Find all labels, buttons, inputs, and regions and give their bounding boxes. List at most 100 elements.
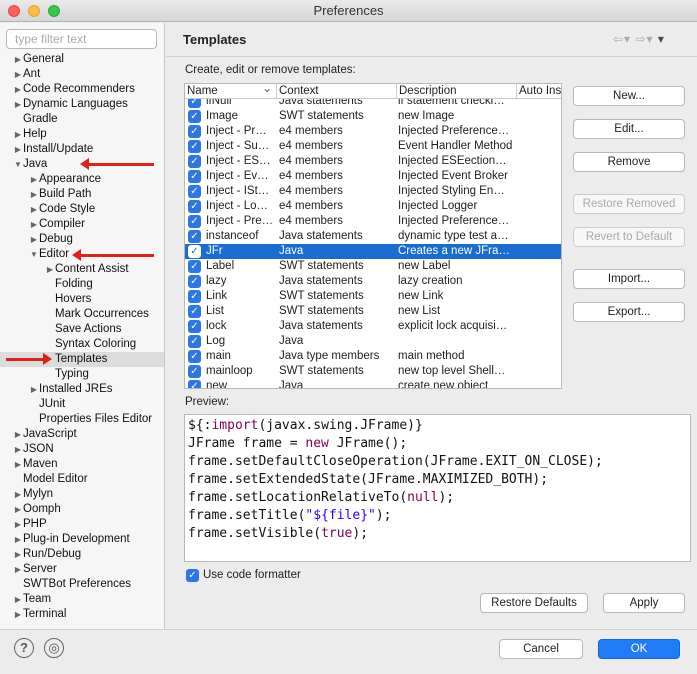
table-row[interactable]: ✓ Label SWT statements new Label	[185, 259, 561, 274]
template-preview[interactable]: ${:import(javax.swing.JFrame)} JFrame fra…	[184, 414, 691, 562]
tree-item-code-recommenders[interactable]: ▶ Code Recommenders	[0, 82, 164, 97]
tree-item-json[interactable]: ▶ JSON	[0, 442, 164, 457]
tree-item-code-style[interactable]: ▶ Code Style	[0, 202, 164, 217]
collapsed-twisty-icon[interactable]: ▶	[13, 547, 23, 562]
tree-item-dynamic-languages[interactable]: ▶ Dynamic Languages	[0, 97, 164, 112]
collapsed-twisty-icon[interactable]: ▶	[29, 232, 39, 247]
collapsed-twisty-icon[interactable]: ▶	[29, 202, 39, 217]
help-icon[interactable]: ?	[14, 638, 34, 658]
tree-item-swtbot-preferences[interactable]: SWTBot Preferences	[0, 577, 164, 592]
row-enabled-checkbox[interactable]: ✓	[188, 305, 201, 318]
table-row[interactable]: ✓ Inject - ISt… e4 members Injected Styling…	[185, 184, 561, 199]
table-row[interactable]: ✓ main Java type members main method	[185, 349, 561, 364]
tree-item-ant[interactable]: ▶ Ant	[0, 67, 164, 82]
table-row[interactable]: ✓ Inject - Su… e4 members Event Handler Met…	[185, 139, 561, 154]
row-enabled-checkbox[interactable]: ✓	[188, 155, 201, 168]
view-menu-icon[interactable]: ▾	[658, 32, 665, 46]
table-row[interactable]: ✓ Inject - Pre… e4 members Injected Prefere…	[185, 214, 561, 229]
collapsed-twisty-icon[interactable]: ▶	[13, 442, 23, 457]
row-enabled-checkbox[interactable]: ✓	[188, 245, 201, 258]
tree-item-properties-files-editor[interactable]: Properties Files Editor	[0, 412, 164, 427]
tree-item-server[interactable]: ▶ Server	[0, 562, 164, 577]
row-enabled-checkbox[interactable]: ✓	[188, 320, 201, 333]
table-row[interactable]: ✓ lazy Java statements lazy creation	[185, 274, 561, 289]
collapsed-twisty-icon[interactable]: ▶	[13, 67, 23, 82]
apply-button[interactable]: Apply	[603, 593, 685, 613]
close-window-button[interactable]	[8, 5, 20, 17]
tree-item-install-update[interactable]: ▶ Install/Update	[0, 142, 164, 157]
collapsed-twisty-icon[interactable]: ▶	[13, 52, 23, 67]
row-enabled-checkbox[interactable]: ✓	[188, 365, 201, 378]
import-button[interactable]: Import...	[573, 269, 685, 289]
table-row[interactable]: ✓ new Java create new object	[185, 379, 561, 388]
collapsed-twisty-icon[interactable]: ▶	[29, 217, 39, 232]
row-enabled-checkbox[interactable]: ✓	[188, 290, 201, 303]
tree-item-hovers[interactable]: Hovers	[0, 292, 164, 307]
row-enabled-checkbox[interactable]: ✓	[188, 140, 201, 153]
collapsed-twisty-icon[interactable]: ▶	[13, 592, 23, 607]
collapsed-twisty-icon[interactable]: ▶	[13, 142, 23, 157]
table-row[interactable]: ✓ List SWT statements new List	[185, 304, 561, 319]
tree-item-terminal[interactable]: ▶ Terminal	[0, 607, 164, 622]
row-enabled-checkbox[interactable]: ✓	[188, 275, 201, 288]
revert-to-default-button[interactable]: Revert to Default	[573, 227, 685, 247]
table-row[interactable]: ✓ mainloop SWT statements new top level She…	[185, 364, 561, 379]
collapsed-twisty-icon[interactable]: ▶	[13, 487, 23, 502]
collapsed-twisty-icon[interactable]: ▶	[13, 607, 23, 622]
tree-item-help[interactable]: ▶ Help	[0, 127, 164, 142]
tree-item-typing[interactable]: Typing	[0, 367, 164, 382]
row-enabled-checkbox[interactable]: ✓	[188, 380, 201, 388]
collapsed-twisty-icon[interactable]: ▶	[29, 382, 39, 397]
collapsed-twisty-icon[interactable]: ▶	[29, 187, 39, 202]
row-enabled-checkbox[interactable]: ✓	[188, 170, 201, 183]
tree-item-compiler[interactable]: ▶ Compiler	[0, 217, 164, 232]
collapsed-twisty-icon[interactable]: ▶	[45, 262, 55, 277]
export-button[interactable]: Export...	[573, 302, 685, 322]
tree-item-save-actions[interactable]: Save Actions	[0, 322, 164, 337]
zoom-window-button[interactable]	[48, 5, 60, 17]
table-row[interactable]: ✓ Link SWT statements new Link	[185, 289, 561, 304]
column-header-name[interactable]: Name ⌄	[185, 84, 277, 99]
tree-item-folding[interactable]: Folding	[0, 277, 164, 292]
tree-item-general[interactable]: ▶ General	[0, 52, 164, 67]
column-header-auto-insert[interactable]: Auto Ins	[517, 84, 561, 99]
table-row[interactable]: ✓ Inject - Lo… e4 members Injected Logger	[185, 199, 561, 214]
row-enabled-checkbox[interactable]: ✓	[188, 350, 201, 363]
column-header-context[interactable]: Context	[277, 84, 397, 99]
collapsed-twisty-icon[interactable]: ▶	[13, 517, 23, 532]
tree-item-debug[interactable]: ▶ Debug	[0, 232, 164, 247]
tree-item-junit[interactable]: JUnit	[0, 397, 164, 412]
expanded-twisty-icon[interactable]: ▼	[13, 157, 23, 172]
table-row[interactable]: ✓ Image SWT statements new Image	[185, 109, 561, 124]
tree-item-gradle[interactable]: Gradle	[0, 112, 164, 127]
collapsed-twisty-icon[interactable]: ▶	[13, 427, 23, 442]
forward-arrow-icon[interactable]: ⇨▾	[635, 32, 653, 46]
tree-item-installed-jres[interactable]: ▶ Installed JREs	[0, 382, 164, 397]
tree-item-team[interactable]: ▶ Team	[0, 592, 164, 607]
table-row[interactable]: ✓ lock Java statements explicit lock acquis…	[185, 319, 561, 334]
row-enabled-checkbox[interactable]: ✓	[188, 110, 201, 123]
collapsed-twisty-icon[interactable]: ▶	[13, 97, 23, 112]
table-row[interactable]: ✓ instanceof Java statements dynamic type t…	[185, 229, 561, 244]
row-enabled-checkbox[interactable]: ✓	[188, 125, 201, 138]
new-button[interactable]: New...	[573, 86, 685, 106]
row-enabled-checkbox[interactable]: ✓	[188, 200, 201, 213]
tree-item-syntax-coloring[interactable]: Syntax Coloring	[0, 337, 164, 352]
restore-removed-button[interactable]: Restore Removed	[573, 194, 685, 214]
collapsed-twisty-icon[interactable]: ▶	[29, 172, 39, 187]
table-row[interactable]: ✓ Inject - Pr… e4 members Injected Preferen…	[185, 124, 561, 139]
back-arrow-icon[interactable]: ⇦▾	[613, 32, 631, 46]
table-row[interactable]: ✓ JFr Java Creates a new JFra…	[185, 244, 561, 259]
row-enabled-checkbox[interactable]: ✓	[188, 230, 201, 243]
collapsed-twisty-icon[interactable]: ▶	[13, 457, 23, 472]
use-code-formatter-checkbox[interactable]: ✓	[186, 569, 199, 582]
tree-item-model-editor[interactable]: Model Editor	[0, 472, 164, 487]
row-enabled-checkbox[interactable]: ✓	[188, 260, 201, 273]
collapsed-twisty-icon[interactable]: ▶	[13, 562, 23, 577]
minimize-window-button[interactable]	[28, 5, 40, 17]
tree-item-mylyn[interactable]: ▶ Mylyn	[0, 487, 164, 502]
import-export-prefs-icon[interactable]: ◎	[44, 638, 64, 658]
restore-defaults-button[interactable]: Restore Defaults	[480, 593, 588, 613]
tree-item-javascript[interactable]: ▶ JavaScript	[0, 427, 164, 442]
tree-item-build-path[interactable]: ▶ Build Path	[0, 187, 164, 202]
